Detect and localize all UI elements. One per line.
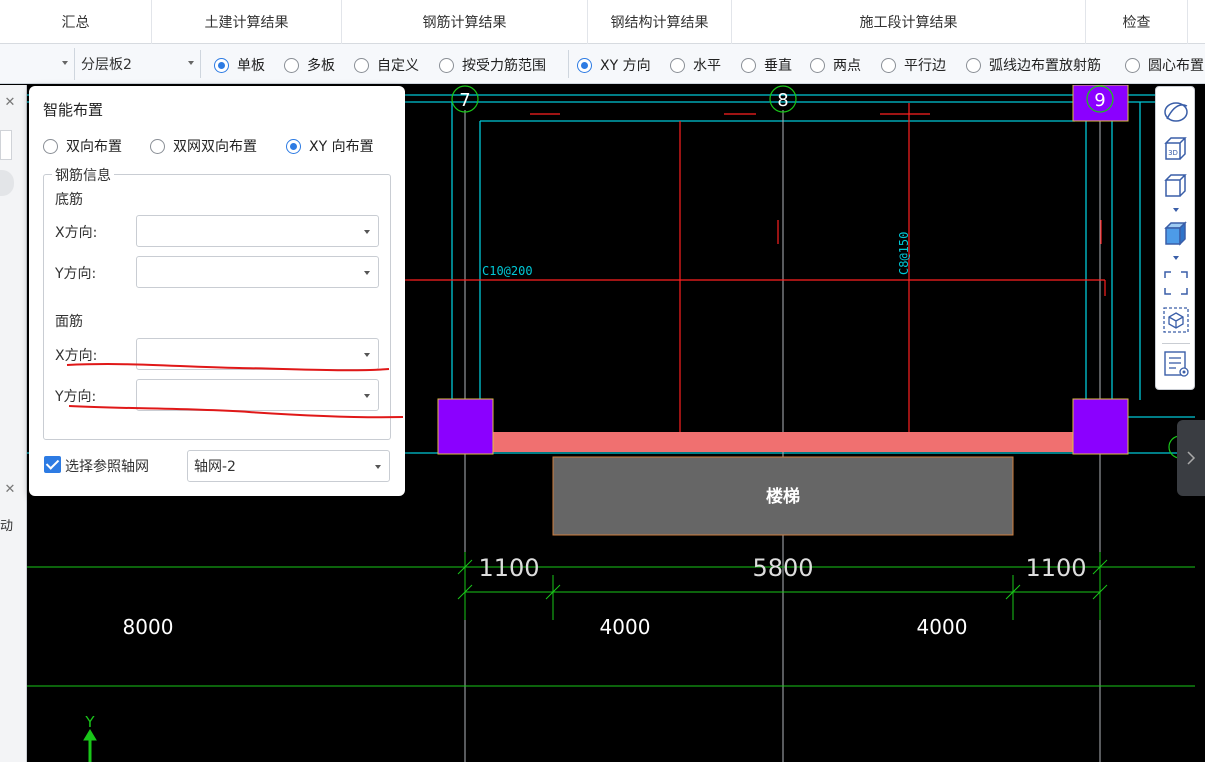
dir-label: XY 方向: [600, 58, 651, 74]
chevron-right-icon: [1187, 451, 1196, 465]
radio-icon: [284, 57, 299, 73]
dir-label: 圆心布置: [1148, 58, 1204, 74]
3d-view-icon[interactable]: 3D: [1161, 134, 1191, 164]
mode-radio-custom[interactable]: 自定义: [354, 55, 419, 75]
dock-tab[interactable]: [0, 130, 12, 160]
radio-icon: [966, 57, 981, 73]
box-view-icon[interactable]: [1161, 171, 1191, 201]
tab-summary[interactable]: 汇总: [0, 0, 152, 44]
tab-rebar-results[interactable]: 钢筋计算结果: [342, 0, 588, 44]
tab-steel-results[interactable]: 钢结构计算结果: [588, 0, 732, 44]
toolbar-divider: [1162, 343, 1190, 344]
dir-radio-parallel-edge[interactable]: 平行边: [881, 55, 946, 75]
axis-label-7: 7: [459, 90, 470, 111]
chevron-down-icon: [62, 61, 68, 65]
mode-label: 自定义: [377, 58, 419, 74]
tab-construction-results[interactable]: 施工段计算结果: [732, 0, 1086, 44]
tab-check[interactable]: 检查: [1086, 0, 1188, 44]
mode-radio-multi[interactable]: 多板: [284, 55, 335, 75]
mode-label: 多板: [307, 58, 335, 74]
ucs-y-label: Y: [84, 713, 95, 731]
toolbar-divider: [200, 50, 201, 78]
radio-icon: [670, 57, 685, 73]
dir-label: 平行边: [904, 58, 946, 74]
chevron-down-icon[interactable]: [1173, 208, 1179, 212]
dir-radio-two-points[interactable]: 两点: [810, 55, 861, 75]
zoom-extents-icon[interactable]: [1161, 268, 1191, 298]
dir-label: 水平: [693, 58, 721, 74]
smart-layout-dialog: 智能布置 双向布置 双网双向布置 XY 向布置 钢筋信息 底筋 X方向: Y方向…: [29, 86, 405, 496]
axis-label-8: 8: [777, 90, 788, 111]
tab-civil-results[interactable]: 土建计算结果: [152, 0, 342, 44]
dir-radio-xy[interactable]: XY 方向: [577, 55, 651, 75]
dir-label: 两点: [833, 58, 861, 74]
radio-icon: [354, 57, 369, 73]
rebar-label-x: C10@200: [482, 264, 533, 278]
svg-text:3D: 3D: [1168, 149, 1178, 157]
layer-dropdown-value: 分层板2: [81, 57, 132, 73]
dim-lower-middle: 4000: [600, 615, 651, 639]
draw-toolbar: 分层板2 单板 多板 自定义 按受力筋范围 XY 方向 水平 垂直 两点 平行边…: [0, 44, 1205, 84]
side-panel-expander[interactable]: [1177, 420, 1205, 496]
properties-view-icon[interactable]: [1161, 349, 1191, 379]
radio-icon: [439, 57, 454, 73]
axis-label-9: 9: [1094, 90, 1105, 111]
dock-text-fragment: 动: [0, 519, 14, 534]
left-dock-strip: ✕ ✕ 动: [0, 85, 27, 762]
ribbon-bar: 汇总 土建计算结果 钢筋计算结果 钢结构计算结果 施工段计算结果 检查: [0, 0, 1205, 44]
chevron-down-icon: [188, 61, 194, 65]
column-7: [437, 398, 494, 455]
close-icon[interactable]: ✕: [0, 482, 20, 497]
toolbar-divider: [568, 50, 569, 78]
select-box-icon[interactable]: [1161, 305, 1191, 335]
dir-radio-horizontal[interactable]: 水平: [670, 55, 721, 75]
dim-lower-left: 8000: [123, 615, 174, 639]
chevron-down-icon[interactable]: [1173, 256, 1179, 260]
red-underline-annotations: [66, 363, 404, 419]
stair-label: 楼梯: [766, 486, 800, 507]
radio-icon: [214, 57, 229, 73]
close-icon[interactable]: ✕: [0, 95, 20, 110]
mode-label: 按受力筋范围: [462, 58, 546, 74]
mode-radio-force-range[interactable]: 按受力筋范围: [439, 55, 546, 75]
dir-radio-vertical[interactable]: 垂直: [741, 55, 792, 75]
prev-dropdown[interactable]: [0, 48, 74, 80]
layer-dropdown[interactable]: 分层板2: [74, 48, 200, 80]
ucs-y-axis: [83, 729, 97, 762]
radio-icon: [741, 57, 756, 73]
dir-label: 垂直: [764, 58, 792, 74]
beam-highlight: [493, 432, 1073, 452]
view-toolbar: 3D: [1155, 86, 1195, 390]
dim-upper-left: 1100: [478, 554, 539, 582]
dim-lower-right: 4000: [917, 615, 968, 639]
dock-handle[interactable]: [0, 170, 14, 196]
radio-icon: [881, 57, 896, 73]
radio-icon: [577, 57, 592, 73]
orbit-icon[interactable]: [1161, 97, 1191, 127]
radio-icon: [810, 57, 825, 73]
radio-icon: [1125, 57, 1140, 73]
dim-upper-right: 1100: [1025, 554, 1086, 582]
rebar-label-y: C8@150: [897, 232, 911, 275]
dir-radio-center[interactable]: 圆心布置: [1125, 55, 1204, 75]
dir-label: 弧线边布置放射筋: [989, 58, 1101, 74]
mode-radio-single[interactable]: 单板: [214, 55, 265, 75]
column-9-bottom: [1072, 398, 1129, 455]
dir-radio-arc-radial[interactable]: 弧线边布置放射筋: [966, 55, 1101, 75]
mode-label: 单板: [237, 58, 265, 74]
shaded-view-icon[interactable]: [1161, 219, 1191, 249]
dim-upper-middle: 5800: [752, 554, 813, 582]
